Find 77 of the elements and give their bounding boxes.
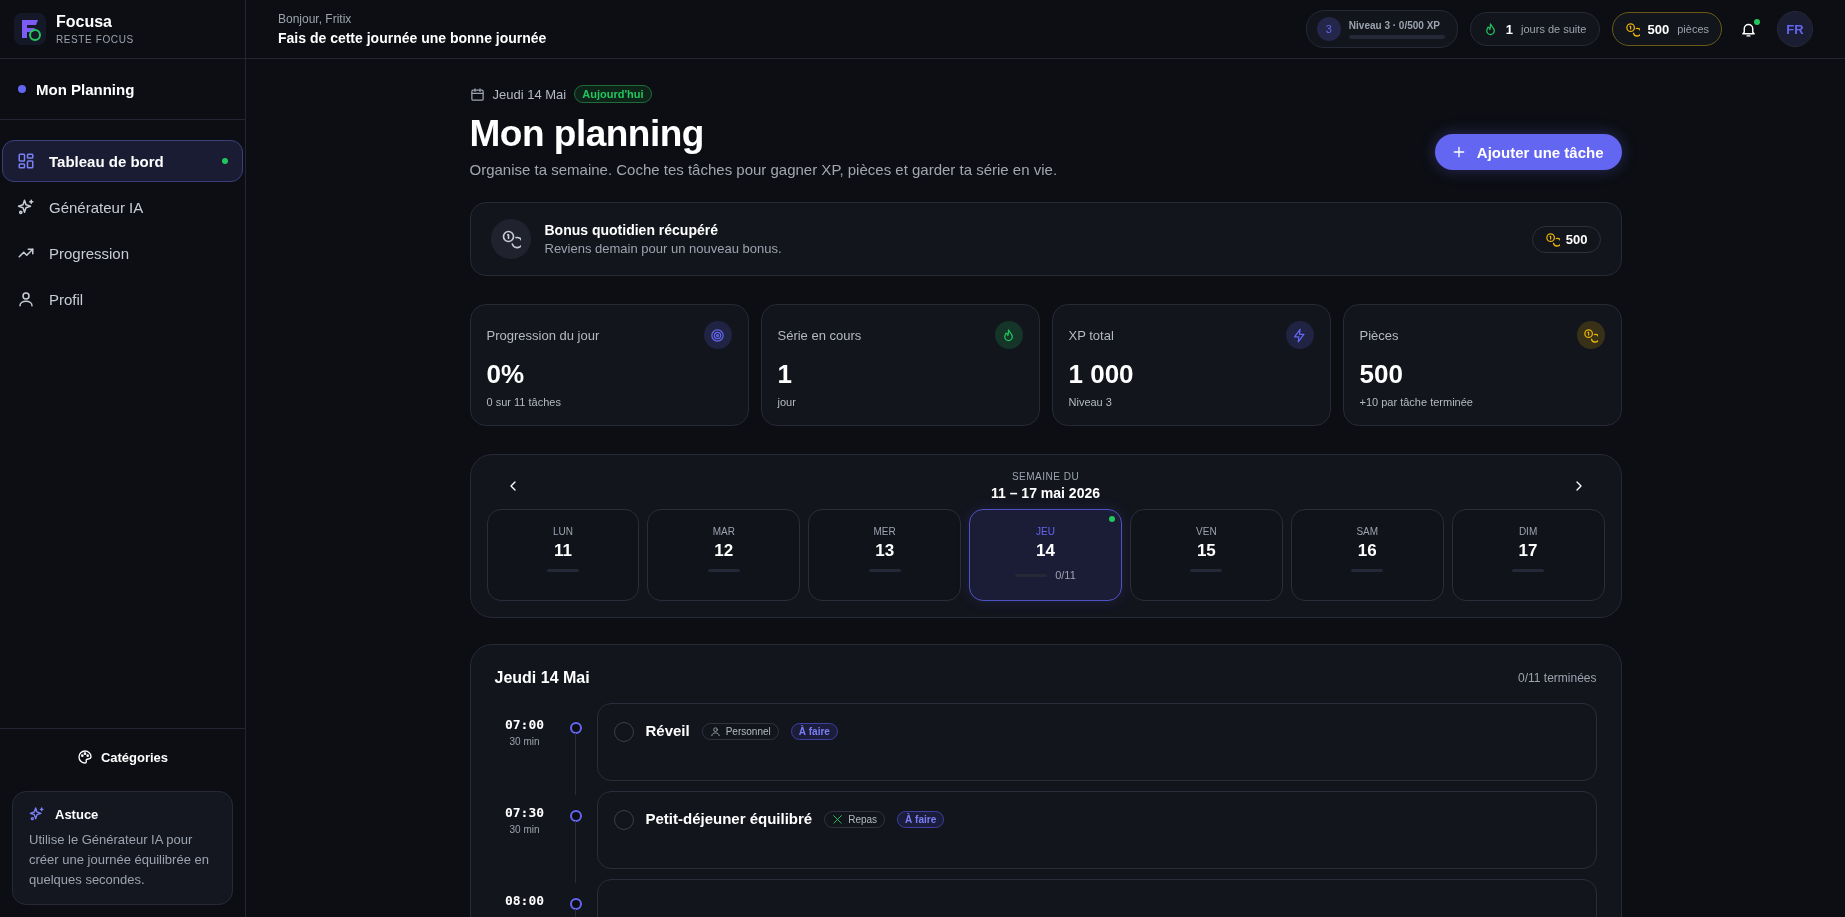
stat-subtext: jour [777,396,797,408]
streak-pill: 1 jours de suite [1469,12,1600,46]
utensils-icon [832,814,844,825]
tip-text: Utilise le Générateur IA pour créer une journée équilibrée en quelques secondes. [29,831,210,889]
day-tile[interactable]: DIM 17 [1451,509,1605,601]
stat-label: XP total [1068,327,1114,343]
grid-icon [17,152,35,170]
add-task-button[interactable]: Ajouter une tâche [1434,134,1622,170]
section-title: Mon Planning [36,80,135,98]
status-badge: À faire [790,723,838,740]
stat-value: 500 [1359,359,1404,390]
page-title: Mon planning [469,113,705,155]
task-card[interactable]: Réveil Personnel À faire [596,703,1597,781]
timeline-node [569,722,582,734]
greeting-message: Fais de cette journée une bonne journée [278,30,548,46]
calendar-icon [469,86,485,102]
tasks-summary: 0/11 terminées [1518,671,1597,685]
stat-subtext: 0 sur 11 tâches [486,396,562,408]
level-badge: 3 [1316,17,1341,41]
stat-subtext: Niveau 3 [1068,396,1113,408]
header-date: Jeudi 14 Mai [492,86,567,102]
nav-item[interactable]: Générateur IA [2,186,243,228]
greeting: Bonjour, Fritix [278,12,353,26]
task-time: 08:00 [503,893,546,908]
target-icon [710,327,725,343]
stat-value: 0% [486,359,526,390]
level-label: Niveau 3 · 0/500 XP [1348,19,1441,31]
task-title: Petit-déjeuner équilibré [645,810,813,827]
timeline-node [569,898,582,910]
day-tile[interactable]: MER 13 [808,509,962,601]
stat-value: 1 000 [1068,359,1135,390]
bonus-title: Bonus quotidien récupéré [544,222,719,238]
sparkles-icon [29,806,45,822]
coins-icon [500,229,521,249]
tip-title: Astuce [55,806,99,822]
stat-label: Progression du jour [486,327,600,343]
day-tile[interactable]: LUN 11 [486,509,640,601]
coins-icon [1583,327,1598,343]
nav-item[interactable]: Tableau de bord [2,140,243,182]
today-badge: Aujourd'hui [574,85,652,103]
section-dot [18,85,26,93]
week-caption: SEMAINE DU [1010,471,1081,482]
page-subtitle: Organise ta semaine. Coche tes tâches pour gagner XP, pièces et garder ta série en vie. [469,161,1058,178]
task-duration: 30 min [508,824,541,835]
coins-pill: 500 pièces [1611,12,1722,46]
coins-icon [1624,21,1640,37]
stat-label: Série en cours [777,327,862,343]
tasks-title: Jeudi 14 Mai [494,669,590,687]
day-tile[interactable]: SAM 16 [1290,509,1444,601]
task-time: 07:30 [503,805,546,820]
nav-item[interactable]: Progression [2,232,243,274]
coins-icon [1544,231,1560,247]
categories-button[interactable]: Catégories [12,743,233,771]
brand-name: Focusa [56,13,113,31]
notification-button[interactable] [1740,20,1757,38]
avatar[interactable]: FR [1777,11,1813,47]
palette-icon [76,749,93,765]
day-tile[interactable]: JEU 14 0/11 [969,509,1122,601]
task-title: Réveil [645,722,690,739]
flame-icon [1001,327,1016,343]
nav-item[interactable]: Profil [2,278,243,320]
bolt-icon [1292,327,1307,343]
day-tile[interactable]: MAR 12 [647,509,801,601]
status-badge: À faire [897,811,945,828]
timeline-node [569,810,582,822]
stat-label: Pièces [1359,327,1399,343]
task-card[interactable]: Petit-déjeuner équilibré Repas À faire [596,791,1597,869]
task-time: 07:00 [503,717,546,732]
brand-tagline: RESTE FOCUS [56,34,134,45]
day-tile[interactable]: VEN 15 [1129,509,1283,601]
task-duration: 30 min [508,736,541,747]
bonus-text: Reviens demain pour un nouveau bonus. [544,241,782,256]
sparkles-icon [17,198,35,216]
stat-value: 1 [777,359,793,390]
stat-subtext: +10 par tâche terminée [1359,396,1474,408]
week-range: 11 – 17 mai 2026 [991,485,1100,501]
user-icon [17,290,35,308]
